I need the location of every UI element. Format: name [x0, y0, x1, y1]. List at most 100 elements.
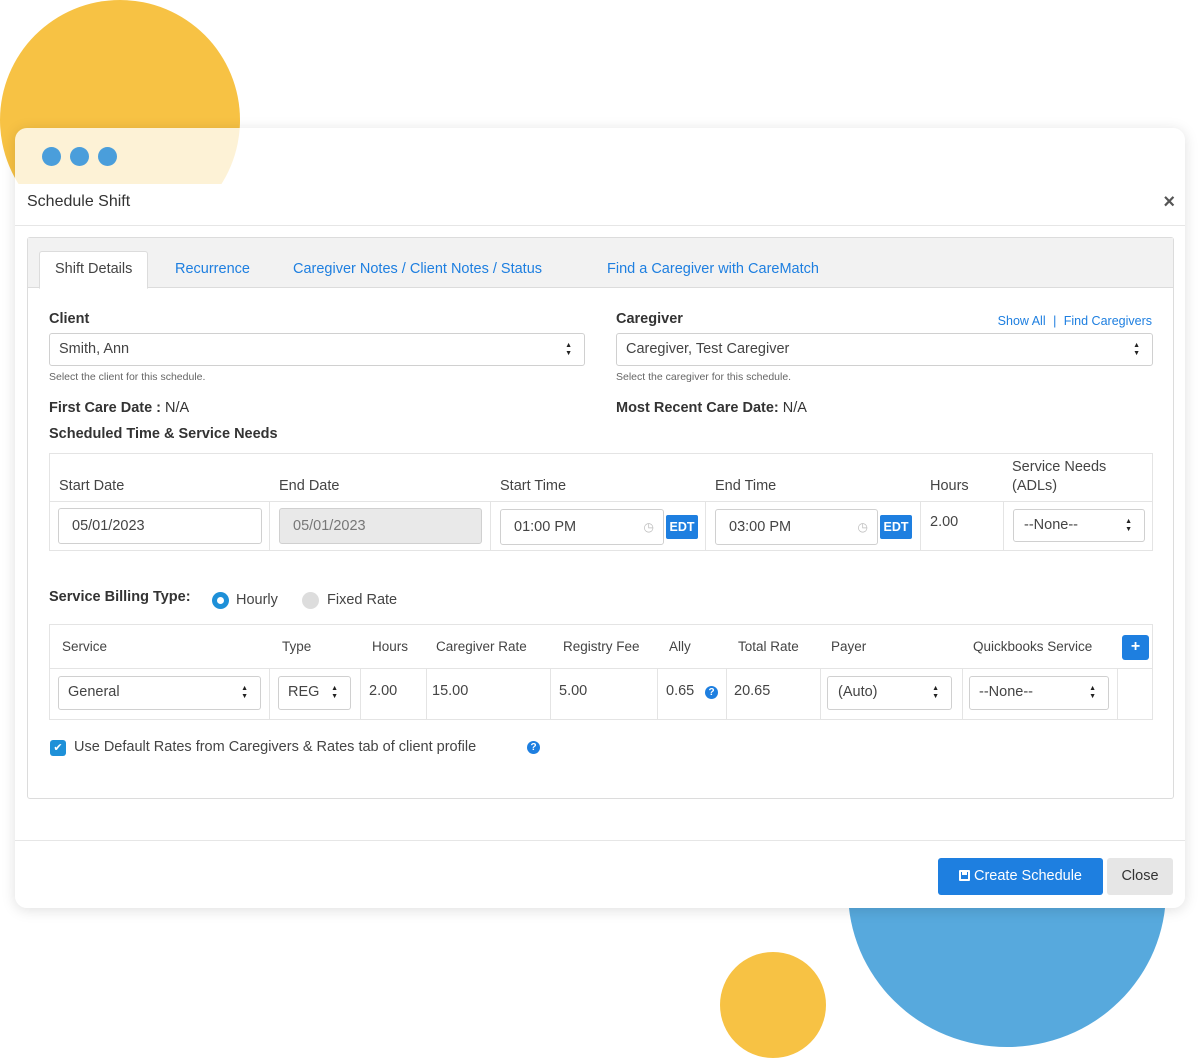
- table-divider: [657, 668, 658, 720]
- modal-title: Schedule Shift: [27, 193, 131, 210]
- app-window: Schedule Shift × Shift Details Recurrenc…: [15, 128, 1185, 908]
- ally-value: 0.65: [666, 683, 695, 699]
- shift-panel: Shift Details Recurrence Caregiver Notes…: [27, 237, 1174, 799]
- table-divider: [820, 668, 821, 720]
- caregiver-select-value: Caregiver, Test Caregiver: [626, 341, 790, 357]
- first-care-date: First Care Date : N/A: [49, 400, 189, 416]
- save-icon: [958, 870, 970, 881]
- window-dot-2: [70, 147, 89, 166]
- billing-type-label: Service Billing Type:: [49, 589, 191, 605]
- tab-recurrence[interactable]: Recurrence: [175, 252, 250, 288]
- table-divider: [550, 668, 551, 720]
- caregiver-rate-header: Caregiver Rate: [436, 639, 527, 654]
- service-needs-select[interactable]: --None--: [1013, 506, 1145, 545]
- end-date-input: 05/01/2023: [279, 508, 482, 544]
- end-time-value: 03:00 PM: [729, 519, 792, 535]
- default-rates-help-icon[interactable]: ?: [527, 741, 540, 754]
- default-rates-checkbox[interactable]: ✔: [50, 740, 66, 756]
- service-select[interactable]: General: [58, 673, 261, 712]
- table-divider: [1117, 668, 1118, 720]
- window-dot-1: [42, 147, 61, 166]
- table-divider: [269, 668, 270, 720]
- registry-fee-value: 5.00: [559, 683, 588, 699]
- close-button[interactable]: Close: [1107, 858, 1173, 895]
- tab-shift-details[interactable]: Shift Details: [39, 251, 149, 289]
- total-rate-header: Total Rate: [738, 639, 799, 654]
- service-needs-value: --None--: [1024, 517, 1078, 533]
- first-care-date-value: N/A: [165, 400, 190, 416]
- end-date-header: End Date: [279, 478, 340, 494]
- quickbooks-header: Quickbooks Service: [973, 639, 1093, 654]
- tab-notes-status[interactable]: Caregiver Notes / Client Notes / Status: [293, 252, 542, 288]
- service-header: Service: [62, 639, 108, 654]
- find-caregivers-link[interactable]: Find Caregivers: [1064, 314, 1152, 328]
- tab-bar: Shift Details Recurrence Caregiver Notes…: [28, 238, 1173, 289]
- payer-select[interactable]: (Auto): [827, 673, 952, 712]
- schedule-table: Start Date End Date Start Time End Time …: [49, 453, 1153, 551]
- start-time-input[interactable]: 01:00 PM ◷: [500, 509, 664, 545]
- client-label: Client: [49, 311, 90, 327]
- type-header: Type: [282, 639, 312, 654]
- end-time-header: End Time: [715, 478, 777, 494]
- tab-carematch[interactable]: Find a Caregiver with CareMatch: [607, 252, 819, 288]
- table-divider: [360, 668, 361, 720]
- hourly-radio-label: Hourly: [236, 592, 278, 608]
- start-date-header: Start Date: [59, 478, 125, 494]
- start-time-tz-button[interactable]: EDT: [666, 515, 698, 539]
- type-select[interactable]: REG: [278, 673, 351, 712]
- service-select-value: General: [68, 684, 120, 700]
- table-divider: [490, 501, 491, 551]
- client-select[interactable]: Smith, Ann: [49, 330, 585, 369]
- service-hours-header: Hours: [372, 639, 409, 654]
- hourly-radio[interactable]: [212, 592, 229, 609]
- hours-header: Hours: [930, 478, 969, 494]
- payer-header: Payer: [831, 639, 867, 654]
- quickbooks-select[interactable]: --None--: [969, 673, 1109, 712]
- default-rates-label: Use Default Rates from Caregivers & Rate…: [74, 739, 477, 755]
- table-divider: [920, 501, 921, 551]
- caregiver-select[interactable]: Caregiver, Test Caregiver: [616, 330, 1153, 369]
- table-divider: [50, 668, 1152, 669]
- caregiver-label: Caregiver: [616, 311, 683, 327]
- first-care-date-label: First Care Date :: [49, 400, 162, 416]
- ally-help-icon[interactable]: ?: [705, 686, 718, 699]
- fixed-rate-radio-label: Fixed Rate: [327, 592, 398, 608]
- start-date-input[interactable]: 05/01/2023: [58, 508, 262, 544]
- end-time-input[interactable]: 03:00 PM ◷: [715, 509, 878, 545]
- service-needs-header-adls: (ADLs): [1012, 478, 1058, 494]
- most-recent-care-date-label: Most Recent Care Date:: [616, 400, 779, 416]
- end-time-tz-button[interactable]: EDT: [880, 515, 912, 539]
- most-recent-care-date-value: N/A: [782, 400, 807, 416]
- clock-icon: ◷: [643, 520, 654, 534]
- fixed-rate-radio[interactable]: [302, 592, 319, 609]
- caregiver-rate-value: 15.00: [432, 683, 469, 699]
- total-rate-value: 20.65: [734, 683, 771, 699]
- add-service-button[interactable]: +: [1122, 635, 1149, 660]
- table-divider: [1003, 501, 1004, 551]
- decorative-small-yellow-circle: [720, 952, 826, 1058]
- registry-fee-header: Registry Fee: [563, 639, 640, 654]
- service-hours-value: 2.00: [369, 683, 398, 699]
- table-divider: [705, 501, 706, 551]
- table-divider: [726, 668, 727, 720]
- client-help-text: Select the client for this schedule.: [49, 371, 206, 383]
- table-divider: [426, 668, 427, 720]
- start-time-value: 01:00 PM: [514, 519, 577, 535]
- show-all-link[interactable]: Show All: [998, 314, 1046, 328]
- table-divider: [50, 501, 1152, 502]
- create-schedule-button[interactable]: Create Schedule: [938, 858, 1103, 895]
- caregiver-help-text: Select the caregiver for this schedule.: [616, 371, 792, 383]
- most-recent-care-date: Most Recent Care Date: N/A: [616, 400, 807, 416]
- payer-select-value: (Auto): [838, 684, 878, 700]
- service-table: Service Type Hours Caregiver Rate Regist…: [49, 624, 1153, 720]
- quickbooks-select-value: --None--: [979, 684, 1033, 700]
- close-icon[interactable]: ×: [1163, 192, 1175, 212]
- scheduled-time-heading: Scheduled Time & Service Needs: [49, 426, 278, 442]
- caregiver-links: Show All | Find Caregivers: [998, 312, 1152, 330]
- start-time-header: Start Time: [500, 478, 567, 494]
- clock-icon: ◷: [857, 520, 868, 534]
- modal-footer-divider: [15, 840, 1185, 841]
- link-separator: |: [1053, 314, 1057, 328]
- type-select-value: REG: [288, 684, 320, 700]
- schedule-shift-modal: Schedule Shift × Shift Details Recurrenc…: [15, 184, 1185, 908]
